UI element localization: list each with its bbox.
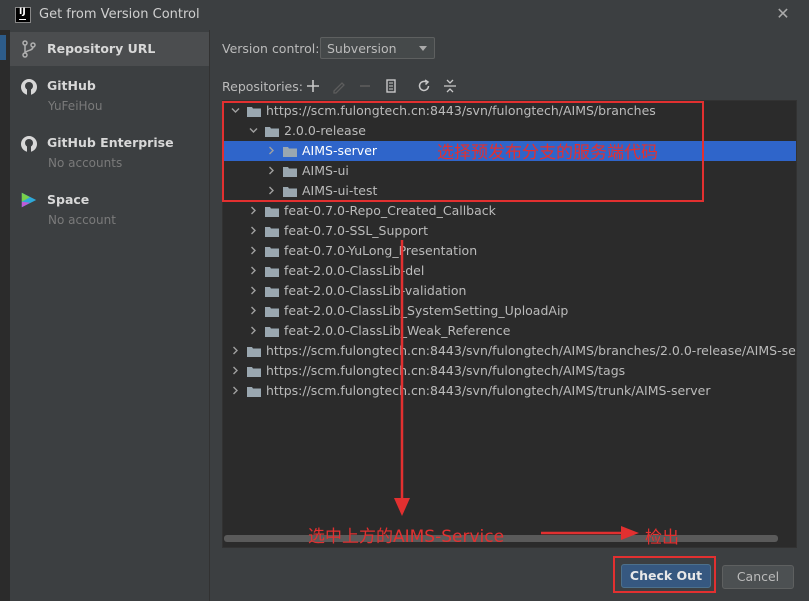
- refresh-icon[interactable]: [416, 78, 432, 94]
- sidebar-item-label: GitHub: [47, 78, 96, 93]
- tree-node[interactable]: feat-0.7.0-Repo_Created_Callback: [223, 201, 796, 221]
- sidebar-item-label: GitHub Enterprise: [47, 135, 174, 150]
- background-window-edge: [0, 30, 10, 601]
- annotation-note-bottom: 选中上方的AIMS-Service: [308, 527, 505, 547]
- chevron-right-icon[interactable]: [249, 246, 257, 255]
- version-control-value: Subversion: [327, 41, 397, 56]
- remove-icon[interactable]: [357, 78, 373, 94]
- space-icon: [21, 192, 37, 208]
- annotation-note-right: 检出: [645, 528, 679, 548]
- tree-node-label: https://scm.fulongtech.cn:8443/svn/fulon…: [266, 343, 797, 358]
- annotation-arrow-right: [541, 526, 639, 540]
- folder-icon: [265, 325, 279, 337]
- sidebar-item-space[interactable]: Space No account: [10, 188, 209, 230]
- window-title: Get from Version Control: [39, 7, 200, 22]
- github-icon: [21, 79, 37, 95]
- sidebar-item-account: No accounts: [48, 156, 123, 170]
- close-icon[interactable]: ✕: [774, 5, 792, 23]
- version-control-select[interactable]: Subversion: [320, 37, 435, 59]
- background-window-marker: [0, 35, 6, 60]
- version-control-label: Version control:: [222, 41, 320, 56]
- folder-icon: [265, 245, 279, 257]
- tree-node[interactable]: https://scm.fulongtech.cn:8443/svn/fulon…: [223, 361, 796, 381]
- tree-node[interactable]: feat-2.0.0-ClassLib_SystemSetting_Upload…: [223, 301, 796, 321]
- cancel-button[interactable]: Cancel: [722, 565, 794, 589]
- folder-icon: [265, 205, 279, 217]
- folder-icon: [265, 225, 279, 237]
- tree-node[interactable]: feat-2.0.0-ClassLib-validation: [223, 281, 796, 301]
- check-out-button[interactable]: Check Out: [621, 564, 711, 588]
- tree-node-label: feat-0.7.0-Repo_Created_Callback: [284, 203, 496, 218]
- tree-node[interactable]: https://scm.fulongtech.cn:8443/svn/fulon…: [223, 341, 796, 361]
- repositories-label: Repositories:: [222, 79, 303, 94]
- folder-icon: [247, 365, 261, 377]
- chevron-right-icon[interactable]: [249, 226, 257, 235]
- sidebar-item-account: YuFeiHou: [48, 99, 103, 113]
- tree-node[interactable]: feat-2.0.0-ClassLib_Weak_Reference: [223, 321, 796, 341]
- tree-node-label: feat-2.0.0-ClassLib_SystemSetting_Upload…: [284, 303, 569, 318]
- chevron-down-icon: [419, 46, 427, 51]
- collapse-all-icon[interactable]: [442, 78, 458, 94]
- sidebar-item-github-enterprise[interactable]: GitHub Enterprise No accounts: [10, 131, 209, 173]
- folder-icon: [265, 285, 279, 297]
- folder-icon: [247, 345, 261, 357]
- sidebar-item-account: No account: [48, 213, 116, 227]
- tree-node-label: feat-0.7.0-YuLong_Presentation: [284, 243, 478, 258]
- sidebar-item-repository-url[interactable]: Repository URL: [10, 32, 209, 66]
- chevron-right-icon[interactable]: [231, 386, 239, 395]
- sidebar-item-label: Repository URL: [47, 41, 156, 56]
- folder-icon: [265, 305, 279, 317]
- tree-node[interactable]: https://scm.fulongtech.cn:8443/svn/fulon…: [223, 381, 796, 401]
- tree-node-label: feat-2.0.0-ClassLib-validation: [284, 283, 467, 298]
- tree-node[interactable]: feat-2.0.0-ClassLib-del: [223, 261, 796, 281]
- folder-icon: [247, 385, 261, 397]
- chevron-right-icon[interactable]: [249, 266, 257, 275]
- browse-icon[interactable]: [383, 78, 399, 94]
- chevron-right-icon[interactable]: [249, 326, 257, 335]
- annotation-arrow-down: [394, 240, 410, 516]
- tree-node-label: https://scm.fulongtech.cn:8443/svn/fulon…: [266, 363, 626, 378]
- edit-icon[interactable]: [331, 78, 347, 94]
- vcs-branch-icon: [22, 40, 36, 58]
- annotation-note-top: 选择预发布分支的服务端代码: [437, 143, 658, 163]
- tree-node-label: https://scm.fulongtech.cn:8443/svn/fulon…: [266, 383, 711, 398]
- github-icon: [21, 136, 37, 152]
- tree-node[interactable]: feat-0.7.0-SSL_Support: [223, 221, 796, 241]
- add-icon[interactable]: [305, 78, 321, 94]
- tree-node-label: feat-0.7.0-SSL_Support: [284, 223, 428, 238]
- sidebar: Repository URL GitHub YuFeiHou GitHub En…: [10, 30, 210, 601]
- tree-node[interactable]: feat-0.7.0-YuLong_Presentation: [223, 241, 796, 261]
- chevron-right-icon[interactable]: [231, 346, 239, 355]
- chevron-right-icon[interactable]: [249, 206, 257, 215]
- sidebar-item-label: Space: [47, 192, 90, 207]
- sidebar-item-github[interactable]: GitHub YuFeiHou: [10, 74, 209, 116]
- chevron-right-icon[interactable]: [249, 286, 257, 295]
- intellij-app-icon: IJ: [15, 7, 31, 23]
- folder-icon: [265, 265, 279, 277]
- chevron-right-icon[interactable]: [249, 306, 257, 315]
- chevron-right-icon[interactable]: [231, 366, 239, 375]
